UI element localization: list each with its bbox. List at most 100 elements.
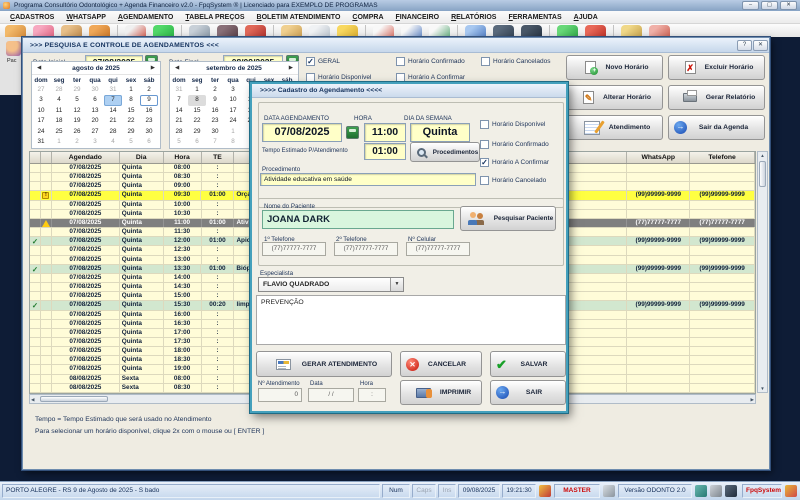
calendar-day[interactable]: 1 (188, 85, 206, 95)
calendar-day[interactable]: 4 (104, 137, 122, 147)
next-month-icon[interactable]: ▶ (151, 65, 155, 71)
calendar-day[interactable]: 2 (140, 85, 158, 95)
data-agendamento-field[interactable]: 07/08/2025 (262, 123, 342, 142)
calendar-day[interactable]: 22 (188, 116, 206, 126)
patients-shortcut-icon[interactable] (6, 41, 21, 56)
monitor-icon[interactable] (189, 25, 210, 37)
calendar-day[interactable]: 2 (206, 85, 224, 95)
camera-icon[interactable] (245, 25, 266, 37)
calendar-day[interactable]: 7 (170, 95, 188, 105)
check-horário-disponível[interactable]: Horário Disponível (480, 120, 545, 129)
documents-icon[interactable] (309, 25, 330, 37)
modal-titlebar[interactable]: >>>> Cadastro do Agendamento <<<< (252, 84, 566, 98)
calendar-day[interactable]: 5 (68, 95, 86, 105)
calendar-day[interactable]: 30 (140, 127, 158, 137)
calendar-day[interactable]: 1 (122, 85, 140, 95)
nome-paciente-field[interactable]: JOANA DARK (262, 210, 454, 229)
calendar-day[interactable]: 8 (188, 95, 206, 105)
menu-compra[interactable]: COMPRA (346, 14, 389, 21)
calendar-day[interactable]: 29 (122, 127, 140, 137)
people-icon[interactable] (89, 25, 110, 37)
calendar-day[interactable]: 20 (86, 116, 104, 126)
calendar-day[interactable]: 31 (170, 85, 188, 95)
calendar-day[interactable]: 16 (140, 106, 158, 116)
vault-icon[interactable] (521, 25, 542, 37)
column-header[interactable]: Dia (120, 152, 164, 163)
check-horário-confirmado[interactable]: Horário Confirmado (480, 140, 549, 149)
calendar-day[interactable]: 9 (206, 95, 224, 105)
column-header[interactable]: Hora (164, 152, 202, 163)
card-blue-icon[interactable] (401, 25, 422, 37)
folder-open-icon[interactable] (337, 25, 358, 37)
calendar-day[interactable]: 4 (50, 95, 68, 105)
filter-horário-disponível[interactable]: Horário Disponível (306, 73, 371, 82)
scroll-up-icon[interactable]: ▲ (758, 153, 767, 158)
calendar-day[interactable]: 5 (122, 137, 140, 147)
calendar-day[interactable]: 6 (140, 137, 158, 147)
checkbox-icon[interactable] (481, 57, 490, 66)
whatsapp-icon[interactable] (153, 25, 174, 37)
pesquisar-paciente-button[interactable]: Pesquisar Paciente (460, 206, 556, 231)
calendar-day[interactable]: 28 (104, 127, 122, 137)
card-red-icon[interactable] (373, 25, 394, 37)
calendar-day[interactable]: 10 (224, 95, 242, 105)
procedimentos-button[interactable]: Procedimentos (410, 142, 480, 162)
data-atendimento-field[interactable]: / / (308, 388, 354, 402)
printer-icon[interactable] (217, 25, 238, 37)
vertical-scrollbar[interactable]: ▲ ▼ (757, 151, 768, 393)
column-header[interactable]: TE (202, 152, 235, 163)
calendar-day[interactable]: 21 (104, 116, 122, 126)
menu-cadastros[interactable]: CADASTROS (4, 14, 60, 21)
calendar-day[interactable]: 24 (224, 116, 242, 126)
calendar-day[interactable]: 24 (32, 127, 50, 137)
filter-horário-cancelados[interactable]: Horário Cancelados (481, 57, 550, 66)
calendar-day[interactable]: 3 (224, 85, 242, 95)
chart-icon[interactable] (465, 25, 486, 37)
checkbox-icon[interactable] (480, 120, 489, 129)
calendar-day[interactable]: 8 (224, 137, 242, 147)
calendar-day[interactable]: 17 (224, 106, 242, 116)
calendar-day[interactable]: 12 (68, 106, 86, 116)
tel1-field[interactable]: (77)77777-7777 (262, 242, 326, 256)
folder-icon[interactable] (281, 25, 302, 37)
report-icon[interactable] (649, 25, 670, 37)
calendar-day[interactable]: 17 (32, 116, 50, 126)
checkbox-icon[interactable] (480, 140, 489, 149)
checkbox-icon[interactable] (306, 73, 315, 82)
checkbox-icon[interactable] (396, 73, 405, 82)
calendar-day[interactable]: 7 (206, 137, 224, 147)
observacao-textarea[interactable]: PREVENÇÃO (256, 295, 566, 345)
calendar-day[interactable]: 22 (122, 116, 140, 126)
safe-icon[interactable] (493, 25, 514, 37)
atendimento-button[interactable]: Atendimento (566, 115, 663, 140)
sair-da-agenda-button[interactable]: →Sair da Agenda (668, 115, 765, 140)
menu-financeiro[interactable]: FINANCEIRO (390, 14, 446, 21)
calendar-day[interactable]: 2 (68, 137, 86, 147)
calendar-day[interactable]: 6 (188, 137, 206, 147)
tel2-field[interactable]: (77)77777-7777 (334, 242, 398, 256)
calendar-day[interactable]: 27 (32, 85, 50, 95)
calendar-day[interactable]: 14 (104, 106, 122, 116)
checkbox-icon[interactable]: ✓ (480, 158, 489, 167)
calendar-day[interactable]: 5 (170, 137, 188, 147)
calendar-day[interactable]: 8 (122, 95, 140, 105)
calendar-day[interactable]: 3 (86, 137, 104, 147)
scroll-left-icon[interactable]: ◀ (31, 397, 34, 403)
calendar-icon[interactable] (125, 25, 146, 37)
menu-relatórios[interactable]: RELATÓRIOS (445, 14, 502, 21)
calendar-day[interactable]: 25 (50, 127, 68, 137)
salvar-button[interactable]: ✔ SALVAR (490, 351, 566, 377)
calendar-day[interactable]: 11 (50, 106, 68, 116)
patient-icon[interactable] (5, 25, 26, 37)
excluir-horário-button[interactable]: ✗Excluir Horário (668, 55, 765, 80)
agenda-titlebar[interactable]: >>> PESQUISA E CONTROLE DE AGENDAMENTOS … (23, 38, 769, 53)
checkbox-icon[interactable]: ✓ (306, 57, 315, 66)
calendar-day[interactable]: 7 (104, 95, 122, 105)
calendar-day[interactable]: 21 (170, 116, 188, 126)
hora-field[interactable]: 11:00 (364, 123, 406, 142)
birthday-icon[interactable] (33, 25, 54, 37)
gerar-relatório-button[interactable]: Gerar Relatório (668, 85, 765, 110)
calendar-day[interactable]: 31 (104, 85, 122, 95)
scroll-right-icon[interactable]: ▶ (751, 397, 754, 403)
scrollbar-thumb[interactable] (40, 396, 108, 402)
